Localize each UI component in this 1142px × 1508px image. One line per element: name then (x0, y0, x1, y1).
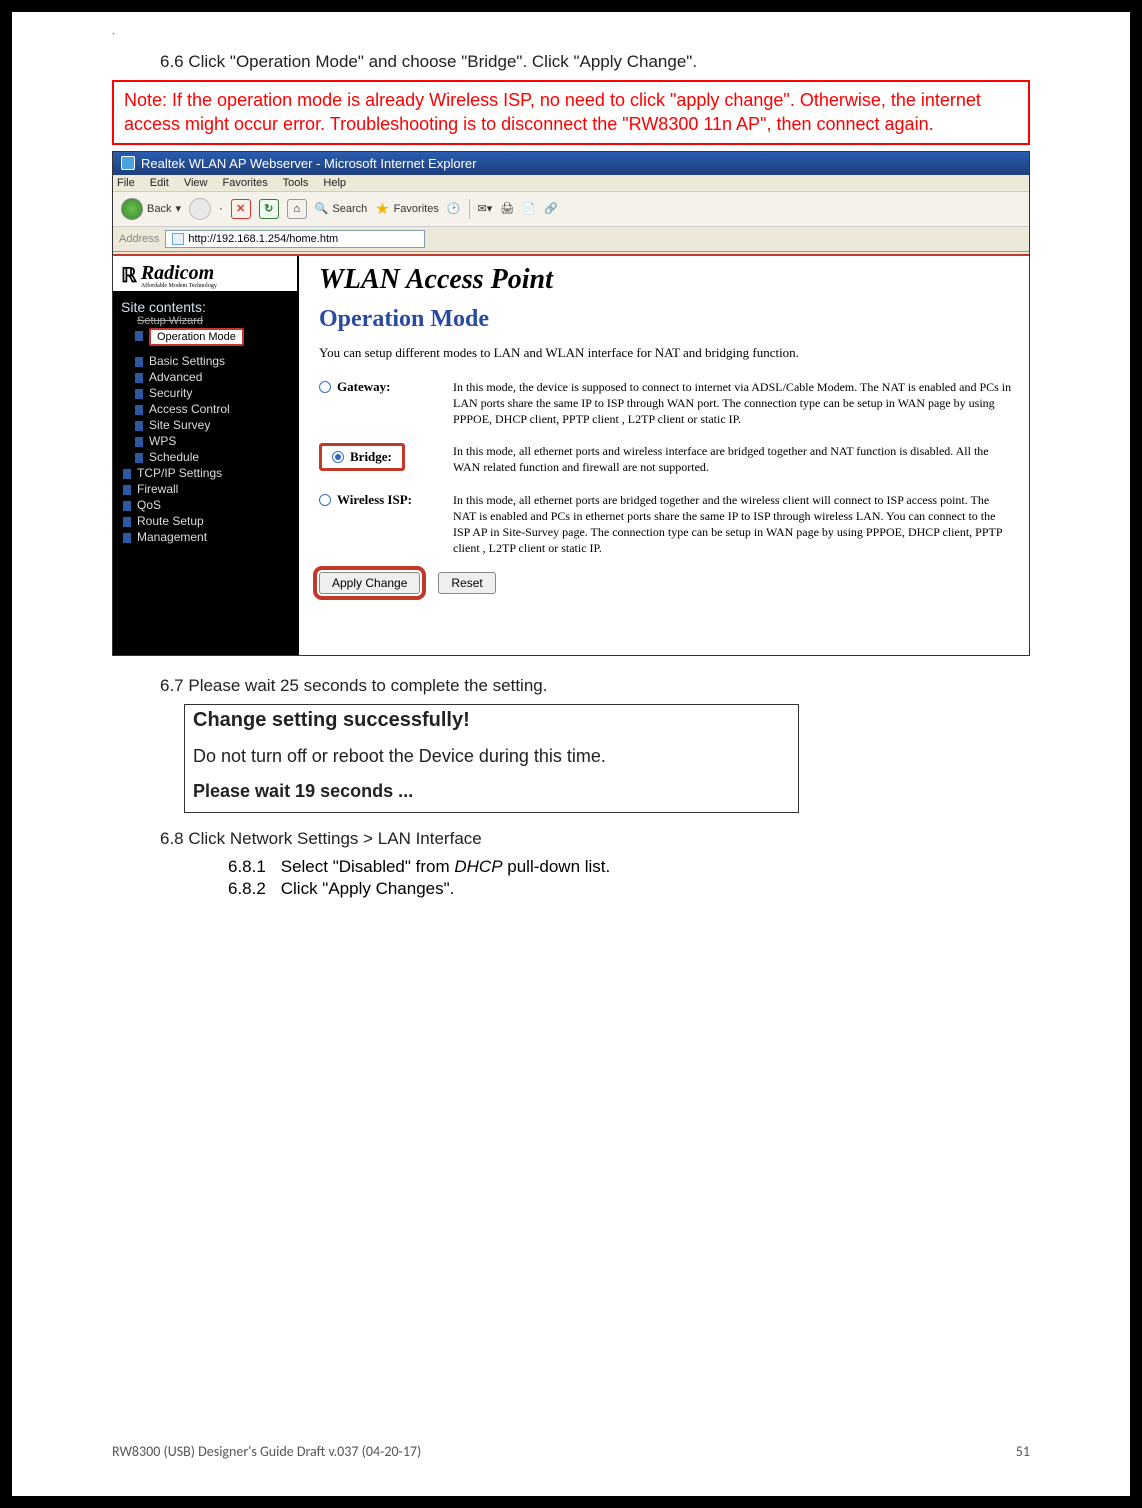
note-box: Note: If the operation mode is already W… (112, 80, 1030, 145)
stop-button[interactable]: ✕ (231, 199, 251, 219)
menu-tools[interactable]: Tools (283, 177, 309, 189)
sidebar-item-access-control[interactable]: Access Control (113, 401, 297, 417)
mail-button[interactable]: ✉▾ (478, 202, 493, 215)
sidebar-item-management[interactable]: Management (113, 529, 297, 545)
mode-wisp-text: In this mode, all ethernet ports are bri… (453, 492, 1015, 557)
wait-line2: Do not turn off or reboot the Device dur… (193, 746, 790, 767)
menu-favorites[interactable]: Favorites (223, 177, 268, 189)
operation-mode-desc: You can setup different modes to LAN and… (319, 345, 1015, 361)
wait-line3: Please wait 19 seconds ... (193, 781, 790, 802)
mode-bridge-text: In this mode, all ethernet ports and wir… (453, 443, 1015, 475)
mode-gateway-text: In this mode, the device is supposed to … (453, 379, 1015, 428)
address-input[interactable]: http://192.168.1.254/home.htm (165, 230, 425, 248)
forward-button[interactable] (189, 198, 211, 220)
radio-icon (319, 381, 331, 393)
ie-menubar[interactable]: File Edit View Favorites Tools Help (113, 175, 1029, 192)
print-button[interactable]: 🖨 (500, 202, 514, 215)
home-button[interactable]: ⌂ (287, 199, 307, 219)
wait-line1: Change setting successfully! (193, 709, 790, 732)
step-6-7-text: 6.7 Please wait 25 seconds to complete t… (160, 676, 1030, 696)
favorites-button[interactable]: ★Favorites (375, 199, 439, 219)
sidebar-item-basic-settings[interactable]: Basic Settings (113, 353, 297, 369)
radio-bridge[interactable]: Bridge: (319, 443, 405, 471)
document-page: ` 6.6 Click "Operation Mode" and choose … (12, 12, 1130, 1496)
mode-wisp-row: Wireless ISP: In this mode, all ethernet… (319, 492, 1015, 557)
site-contents-heading: Site contents: (113, 293, 297, 315)
refresh-button[interactable]: ↻ (259, 199, 279, 219)
menu-view[interactable]: View (184, 177, 208, 189)
menu-file[interactable]: File (117, 177, 135, 189)
wlan-title: WLAN Access Point (319, 264, 1015, 296)
radio-icon-selected (332, 451, 344, 463)
ie-app-icon (121, 156, 135, 170)
ie-title-text: Realtek WLAN AP Webserver - Microsoft In… (141, 156, 476, 171)
sidebar-item-qos[interactable]: QoS (113, 497, 297, 513)
footer-right: 51 (1016, 1443, 1030, 1460)
menu-help[interactable]: Help (323, 177, 346, 189)
ie-titlebar: Realtek WLAN AP Webserver - Microsoft In… (113, 152, 1029, 175)
address-url: http://192.168.1.254/home.htm (188, 233, 338, 245)
ie-address-bar: Address http://192.168.1.254/home.htm (113, 227, 1029, 252)
reset-button[interactable]: Reset (438, 572, 495, 594)
radio-wireless-isp[interactable]: Wireless ISP: (319, 492, 412, 508)
sidebar-item-route-setup[interactable]: Route Setup (113, 513, 297, 529)
sidebar-item-wps[interactable]: WPS (113, 433, 297, 449)
page-icon (172, 233, 184, 245)
edit-button[interactable]: 📄 (522, 202, 536, 215)
radicom-logo: ℝ Radicom Affordable Modem Technology (113, 256, 297, 293)
address-label: Address (119, 233, 159, 245)
logo-mark-icon: ℝ (121, 263, 137, 288)
apply-change-button[interactable]: Apply Change (319, 572, 420, 594)
logo-subtitle: Affordable Modem Technology (141, 283, 217, 289)
step-6-8-1: 6.8.1 Select "Disabled" from DHCP pull-d… (228, 857, 1030, 877)
webpage-sidebar: ℝ Radicom Affordable Modem Technology Si… (113, 256, 299, 655)
sidebar-item-schedule[interactable]: Schedule (113, 449, 297, 465)
radio-icon (319, 494, 331, 506)
step-6-6-text: 6.6 Click "Operation Mode" and choose "B… (160, 52, 1030, 72)
ie-toolbar: Back ▾ · ✕ ↻ ⌂ 🔍 Search ★Favorites 🕑 ✉▾ … (113, 192, 1029, 227)
button-row: Apply Change Reset (319, 572, 1015, 594)
menu-edit[interactable]: Edit (150, 177, 169, 189)
back-button[interactable]: Back ▾ (121, 198, 181, 220)
sidebar-item-tcpip[interactable]: TCP/IP Settings (113, 465, 297, 481)
sidebar-item-operation-mode[interactable]: Operation Mode (113, 327, 297, 347)
back-icon (121, 198, 143, 220)
wait-message-box: Change setting successfully! Do not turn… (184, 704, 799, 813)
discuss-button[interactable]: 🔗 (544, 202, 558, 215)
webpage-main: WLAN Access Point Operation Mode You can… (299, 256, 1029, 655)
mode-gateway-row: Gateway: In this mode, the device is sup… (319, 379, 1015, 428)
stray-char: ` (112, 32, 115, 42)
star-icon: ★ (375, 199, 389, 219)
substeps: 6.8.1 Select "Disabled" from DHCP pull-d… (228, 857, 1030, 899)
operation-mode-heading: Operation Mode (319, 306, 1015, 333)
webpage-content: ℝ Radicom Affordable Modem Technology Si… (113, 256, 1029, 655)
sidebar-item-firewall[interactable]: Firewall (113, 481, 297, 497)
ie-window: Realtek WLAN AP Webserver - Microsoft In… (112, 151, 1030, 656)
sidebar-item-setup-wizard[interactable]: Setup Wizard (113, 315, 297, 327)
mode-bridge-row: Bridge: In this mode, all ethernet ports… (319, 443, 1015, 475)
footer-left: RW8300 (USB) Designer's Guide Draft v.03… (112, 1443, 421, 1460)
radio-gateway[interactable]: Gateway: (319, 379, 390, 395)
sidebar-item-security[interactable]: Security (113, 385, 297, 401)
sidebar-item-advanced[interactable]: Advanced (113, 369, 297, 385)
search-button[interactable]: 🔍 Search (315, 202, 368, 215)
page-footer: RW8300 (USB) Designer's Guide Draft v.03… (112, 1443, 1030, 1460)
step-6-8-2: 6.8.2 Click "Apply Changes". (228, 879, 1030, 899)
history-button[interactable]: 🕑 (447, 202, 461, 215)
step-6-8-text: 6.8 Click Network Settings > LAN Interfa… (160, 829, 1030, 849)
sidebar-item-site-survey[interactable]: Site Survey (113, 417, 297, 433)
